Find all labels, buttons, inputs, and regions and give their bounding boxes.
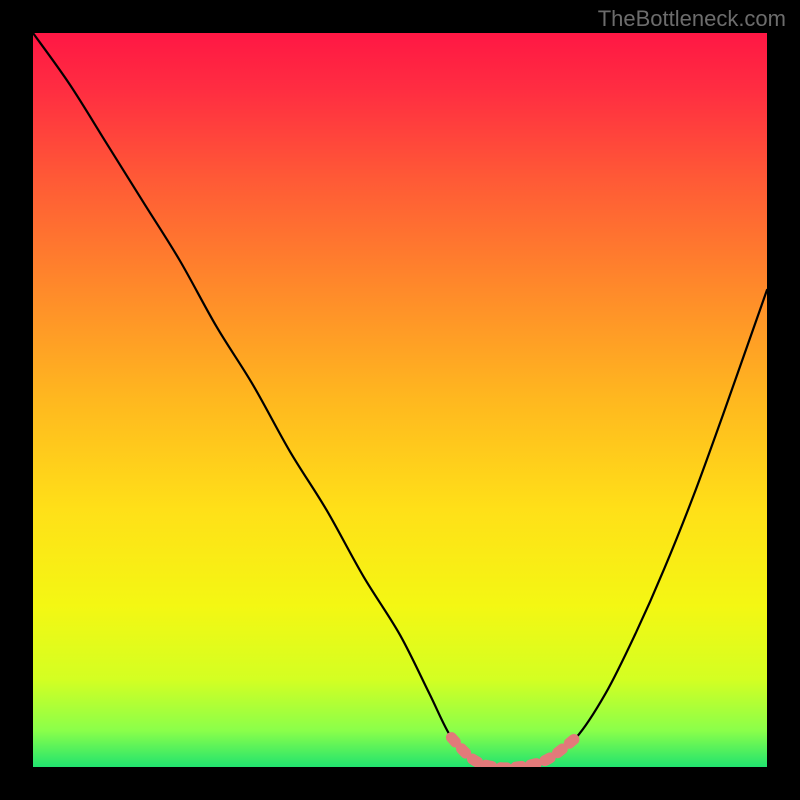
chart-container: TheBottleneck.com	[0, 0, 800, 800]
chart-svg	[33, 33, 767, 767]
gradient-background	[33, 33, 767, 767]
watermark-text: TheBottleneck.com	[598, 6, 786, 32]
plot-area	[33, 33, 767, 767]
